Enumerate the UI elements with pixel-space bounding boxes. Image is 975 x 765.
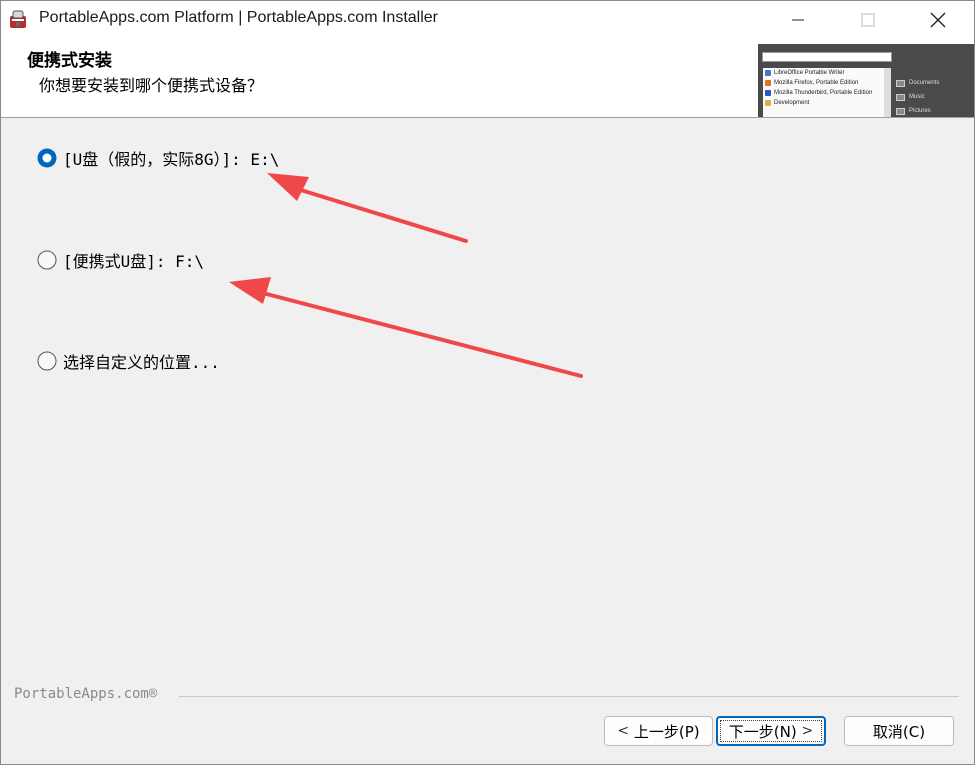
preview-search-box (762, 52, 892, 62)
cancel-button[interactable]: 取消(C) (844, 716, 954, 746)
chevron-left-icon: < (617, 723, 630, 739)
annotation-arrowhead (229, 277, 271, 304)
focus-outline (720, 720, 822, 742)
radio-selected-icon[interactable] (37, 148, 57, 168)
preview-side-item: Documents (896, 80, 939, 87)
preview-list-item: LibreOffice Portable Writer (763, 68, 891, 78)
preview-side-item: Pictures (896, 108, 931, 115)
device-option-label: [U盘（假的，实际8G）]: E:\ (63, 150, 280, 169)
next-button[interactable]: 下一步(N) > (716, 716, 826, 746)
radio-unselected-icon[interactable] (37, 250, 57, 270)
preview-list-item: Mozilla Firefox, Portable Edition (763, 78, 891, 88)
device-option-label: [便携式U盘]: F:\ (63, 252, 205, 271)
annotation-arrow-line (289, 185, 468, 243)
cancel-button-label: 取消(C) (872, 722, 926, 741)
header-preview-image: LibreOffice Portable Writer Mozilla Fire… (758, 44, 974, 117)
page-subtitle: 你想要安装到哪个便携式设备？ (39, 76, 264, 95)
close-icon (930, 12, 946, 27)
maximize-icon (861, 13, 875, 26)
close-button[interactable] (915, 1, 961, 38)
device-option-e[interactable]: [U盘（假的，实际8G）]: E:\ (37, 146, 279, 170)
portableapps-app-icon (10, 10, 26, 28)
installer-window: PortableApps.com Platform | PortableApps… (0, 0, 975, 765)
portableapps-brand: PortableApps.com® (14, 686, 158, 702)
device-option-custom[interactable]: 选择自定义的位置... (37, 349, 220, 373)
radio-unselected-icon[interactable] (37, 351, 57, 371)
maximize-button[interactable] (845, 1, 891, 38)
page-title: 便携式安装 (27, 51, 112, 71)
preview-list-item: Development (763, 98, 891, 108)
device-option-label: 选择自定义的位置... (63, 353, 220, 372)
title-bar[interactable]: PortableApps.com Platform | PortableApps… (1, 1, 974, 38)
back-button[interactable]: < 上一步(P) (604, 716, 713, 746)
preview-side-item: Music (896, 94, 925, 101)
window-title: PortableApps.com Platform | PortableApps… (39, 9, 438, 26)
preview-scrollbar (884, 68, 891, 117)
preview-list-item: Mozilla Thunderbird, Portable Edition (763, 88, 891, 98)
device-option-f[interactable]: [便携式U盘]: F:\ (37, 248, 204, 272)
annotation-arrowhead (267, 173, 309, 201)
back-button-label: 上一步(P) (633, 722, 700, 741)
annotation-arrow-line (257, 290, 583, 378)
minimize-icon (792, 19, 804, 20)
preview-app-list: LibreOffice Portable Writer Mozilla Fire… (763, 68, 891, 117)
wizard-header: 便携式安装 你想要安装到哪个便携式设备？ LibreOffice Portabl… (1, 38, 974, 118)
footer-divider (179, 696, 959, 697)
minimize-button[interactable] (775, 1, 821, 38)
